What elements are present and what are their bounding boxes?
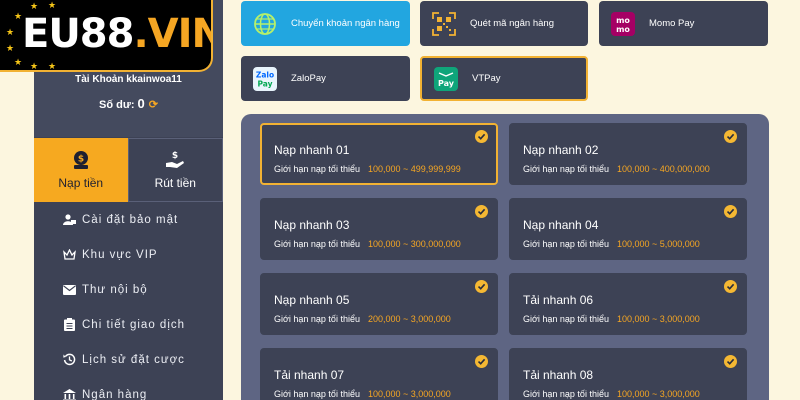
method-label: Chuyển khoản ngân hàng: [291, 18, 400, 29]
tab-deposit-label: Nạp tiền: [58, 176, 104, 190]
option-limit: Giới hạn nạp tối thiểu 100,000 ~ 3,000,00…: [523, 314, 700, 324]
deposit-option-card[interactable]: Nạp nhanh 02 Giới hạn nạp tối thiểu 100,0…: [509, 123, 747, 185]
option-title: Tải nhanh 07: [274, 368, 345, 382]
svg-text:mo: mo: [616, 25, 630, 34]
clipboard-icon: [62, 318, 76, 331]
sidebar-item-label: Chi tiết giao dịch: [82, 318, 186, 331]
option-limit: Giới hạn nạp tối thiểu 100,000 ~ 5,000,00…: [523, 239, 700, 249]
deposit-withdraw-tabs: $ Nạp tiền $ Rút tiền: [34, 138, 223, 202]
sidebar-item-bank[interactable]: Ngân hàng: [34, 377, 223, 400]
deposit-option-card[interactable]: Nạp nhanh 01 Giới hạn nạp tối thiểu 100,0…: [260, 123, 498, 185]
moneybag-icon: $: [71, 150, 91, 170]
zalopay-logo: Zalo Pay: [253, 66, 277, 91]
check-icon: [475, 205, 488, 218]
globe-icon: [253, 12, 277, 36]
check-icon: [475, 355, 488, 368]
star-icon: ★: [14, 57, 23, 67]
method-bank-transfer[interactable]: Chuyển khoản ngân hàng: [241, 1, 410, 46]
star-icon: ★: [30, 61, 39, 71]
svg-text:$: $: [172, 151, 178, 161]
sidebar-item-vip[interactable]: Khu vực VIP: [34, 237, 223, 272]
check-icon: [475, 280, 488, 293]
method-label: Quét mã ngân hàng: [470, 18, 554, 29]
deposit-option-card[interactable]: Tải nhanh 06 Giới hạn nạp tối thiểu 100,0…: [509, 273, 747, 335]
balance-label: Số dư:: [99, 99, 135, 111]
sidebar-menu: Cài đặt bảo mật Khu vực VIP Thư nội bộ C…: [34, 202, 223, 400]
option-title: Nạp nhanh 02: [523, 143, 599, 157]
star-icon: ★: [6, 27, 15, 37]
tab-deposit[interactable]: $ Nạp tiền: [34, 138, 128, 202]
bank-icon: [62, 388, 76, 400]
option-limit: Giới hạn nạp tối thiểu 100,000 ~ 3,000,00…: [523, 389, 700, 399]
option-limit: Giới hạn nạp tối thiểu 100,000 ~ 400,000,…: [523, 164, 710, 174]
option-limit: Giới hạn nạp tối thiểu 200,000 ~ 3,000,00…: [274, 314, 451, 324]
svg-text:Pay: Pay: [257, 79, 272, 88]
method-label: Momo Pay: [649, 18, 695, 29]
sidebar-item-bet-history[interactable]: Lịch sử đặt cược: [34, 342, 223, 377]
method-label: VTPay: [472, 73, 501, 84]
sidebar-item-label: Lịch sử đặt cược: [82, 353, 185, 366]
method-qr-scan[interactable]: Quét mã ngân hàng: [420, 1, 588, 46]
deposit-options-panel: Nạp nhanh 01 Giới hạn nạp tối thiểu 100,0…: [241, 114, 769, 400]
sidebar-item-label: Khu vực VIP: [82, 248, 158, 261]
logo-text: EU88.VIN: [22, 11, 211, 57]
star-icon: ★: [48, 0, 57, 10]
check-icon: [724, 130, 737, 143]
sidebar-item-security[interactable]: Cài đặt bảo mật: [34, 202, 223, 237]
momo-logo: mo mo: [611, 11, 635, 36]
refresh-icon[interactable]: ⟳: [149, 99, 158, 111]
star-icon: ★: [14, 11, 23, 21]
deposit-option-card[interactable]: Nạp nhanh 04 Giới hạn nạp tối thiểu 100,0…: [509, 198, 747, 260]
sidebar-item-label: Thư nội bộ: [82, 283, 148, 296]
option-title: Tải nhanh 06: [523, 293, 594, 307]
option-title: Nạp nhanh 01: [274, 143, 350, 157]
sidebar-item-transactions[interactable]: Chi tiết giao dịch: [34, 307, 223, 342]
option-limit: Giới hạn nạp tối thiểu 100,000 ~ 499,999,…: [274, 164, 461, 174]
check-icon: [724, 205, 737, 218]
option-title: Nạp nhanh 05: [274, 293, 350, 307]
svg-text:Zalo: Zalo: [256, 70, 274, 79]
balance-row: Số dư: 0 ⟳: [34, 96, 223, 111]
method-vtpay[interactable]: Pay VTPay: [420, 56, 588, 101]
option-title: Nạp nhanh 03: [274, 218, 350, 232]
method-zalopay[interactable]: Zalo Pay ZaloPay: [241, 56, 410, 101]
option-title: Nạp nhanh 04: [523, 218, 599, 232]
envelope-icon: [62, 284, 76, 295]
method-momo[interactable]: mo mo Momo Pay: [599, 1, 768, 46]
option-title: Tải nhanh 08: [523, 368, 594, 382]
deposit-option-card[interactable]: Nạp nhanh 03 Giới hạn nạp tối thiểu 100,0…: [260, 198, 498, 260]
brand-logo[interactable]: ★ ★ ★ ★ ★ ★ ★ ★ EU88.VIN: [0, 0, 213, 72]
user-lock-icon: [62, 214, 76, 225]
svg-text:mo: mo: [616, 16, 630, 25]
option-limit: Giới hạn nạp tối thiểu 100,000 ~ 300,000,…: [274, 239, 461, 249]
sidebar-item-inbox[interactable]: Thư nội bộ: [34, 272, 223, 307]
crown-icon: [62, 249, 76, 260]
option-limit: Giới hạn nạp tối thiểu 100,000 ~ 3,000,00…: [274, 389, 451, 399]
history-icon: [62, 353, 76, 366]
deposit-option-card[interactable]: Tải nhanh 08 Giới hạn nạp tối thiểu 100,0…: [509, 348, 747, 400]
hand-money-icon: $: [164, 150, 186, 170]
method-label: ZaloPay: [291, 73, 326, 84]
check-icon: [724, 355, 737, 368]
vtpay-logo: Pay: [434, 66, 458, 91]
account-name: Tài Khoản kkainwoa11: [75, 74, 182, 85]
tab-withdraw-label: Rút tiền: [154, 176, 196, 190]
sidebar-item-label: Ngân hàng: [82, 388, 148, 400]
svg-text:$: $: [78, 155, 84, 165]
balance-value: 0: [137, 96, 145, 111]
deposit-option-card[interactable]: Tải nhanh 07 Giới hạn nạp tối thiểu 100,0…: [260, 348, 498, 400]
tab-withdraw[interactable]: $ Rút tiền: [127, 138, 223, 202]
star-icon: ★: [6, 43, 15, 53]
check-icon: [724, 280, 737, 293]
svg-text:Pay: Pay: [438, 79, 455, 88]
sidebar-item-label: Cài đặt bảo mật: [82, 213, 179, 226]
deposit-option-card[interactable]: Nạp nhanh 05 Giới hạn nạp tối thiểu 200,0…: [260, 273, 498, 335]
star-icon: ★: [48, 61, 57, 71]
qr-icon: [432, 11, 456, 36]
check-icon: [475, 130, 488, 143]
